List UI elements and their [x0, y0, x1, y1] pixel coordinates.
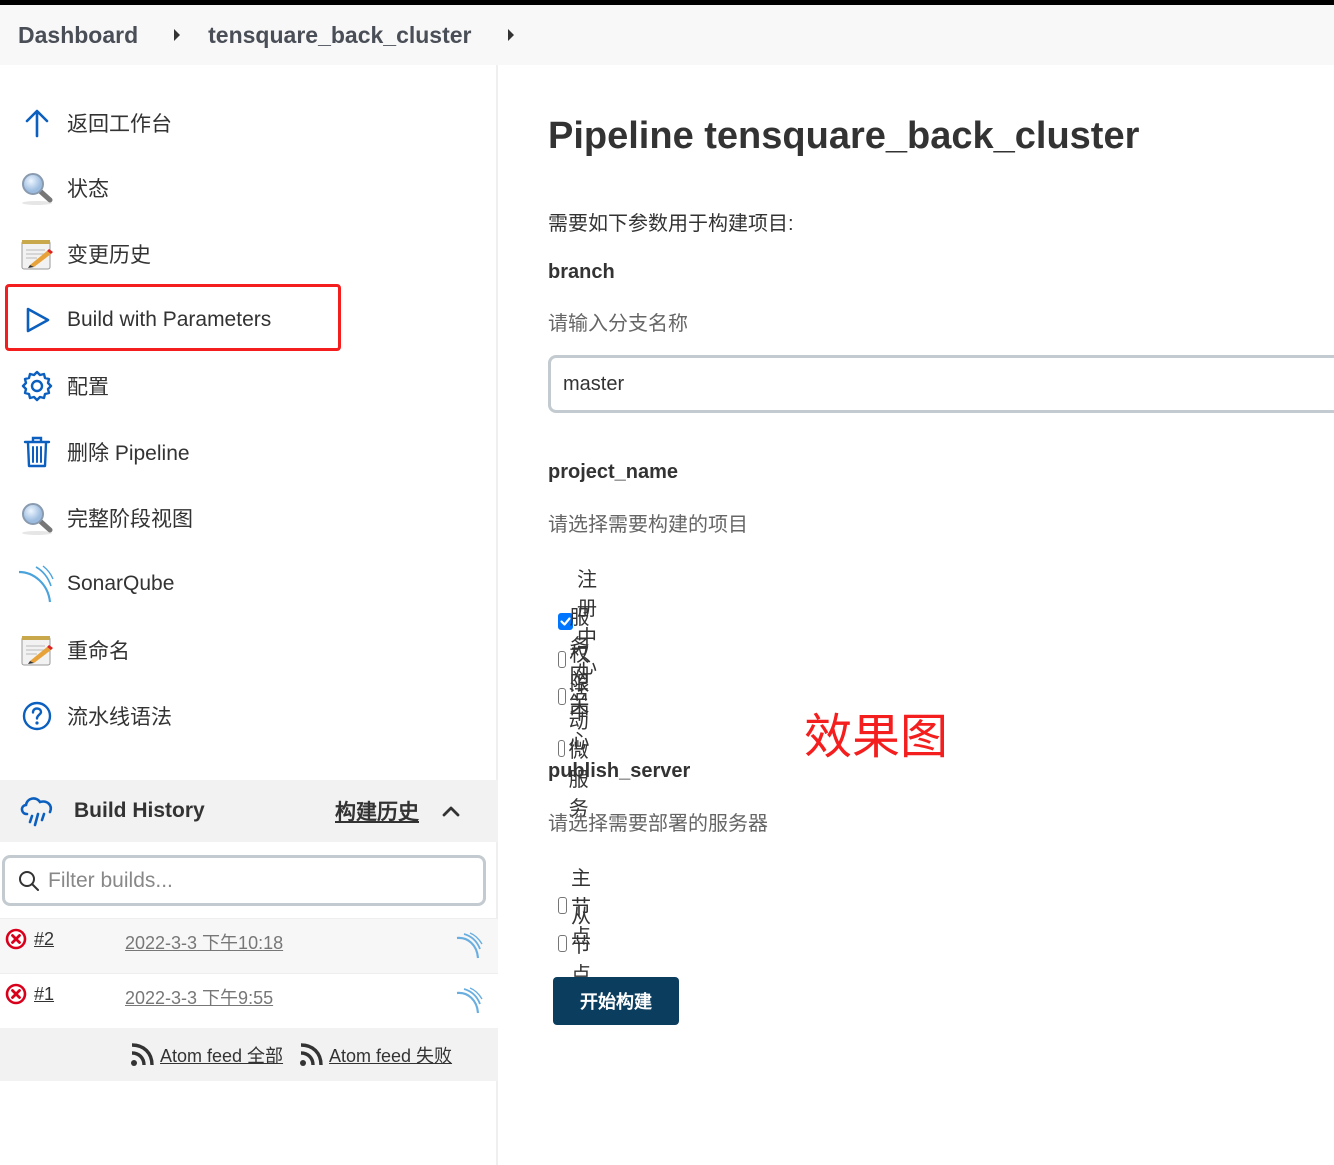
magnifier-icon — [18, 169, 56, 207]
breadcrumb-dashboard[interactable]: Dashboard — [18, 22, 138, 49]
checkbox[interactable] — [558, 935, 567, 952]
sidebar-item-delete-pipeline[interactable]: 删除 Pipeline — [18, 430, 190, 474]
atom-feed-all-label: Atom feed 全部 — [160, 1046, 284, 1066]
notepad-icon — [18, 631, 56, 669]
sidebar-item-rename[interactable]: 重命名 — [18, 628, 130, 672]
start-build-button[interactable]: 开始构建 — [553, 977, 679, 1025]
build-history-header: Build History 构建历史 — [0, 780, 498, 842]
page-title: Pipeline tensquare_back_cluster — [548, 115, 1140, 157]
build-row: #2 2022-3-3 下午10:18 — [0, 918, 498, 973]
sidebar-item-label: 返回工作台 — [67, 113, 172, 136]
build-row: #1 2022-3-3 下午9:55 — [0, 973, 498, 1028]
rss-icon — [129, 1042, 155, 1068]
param-description-publish-server: 请选择需要部署的服务器 — [548, 813, 768, 835]
checkbox[interactable] — [558, 740, 565, 757]
magnifier-icon — [18, 499, 56, 537]
highlight-annotation-box — [5, 284, 341, 351]
sidebar-item-full-stage-view[interactable]: 完整阶段视图 — [18, 496, 193, 540]
checkbox-activity-service[interactable]: 活动微服务 — [558, 676, 599, 821]
atom-feed-bar: Atom feed 全部 Atom feed 失败 — [0, 1028, 498, 1081]
param-name-project: project_name — [548, 461, 679, 483]
sonarqube-icon — [18, 565, 56, 603]
sidebar-item-changes[interactable]: 变更历史 — [18, 232, 151, 276]
sidebar-item-label: 流水线语法 — [67, 706, 172, 729]
sidebar-item-label: 完整阶段视图 — [67, 508, 193, 531]
failed-status-icon — [5, 928, 27, 955]
notepad-icon — [18, 235, 56, 273]
failed-status-icon — [5, 983, 27, 1010]
build-date-link[interactable]: 2022-3-3 下午10:18 — [125, 929, 283, 955]
weather-cloud-icon — [18, 794, 56, 828]
checkbox-slave-node[interactable]: 从节点 — [558, 900, 599, 987]
breadcrumb-separator-icon[interactable] — [174, 29, 181, 41]
parameters-intro: 需要如下参数用于构建项目: — [548, 213, 794, 235]
sidebar-item-back-to-dashboard[interactable]: 返回工作台 — [18, 101, 172, 145]
sidebar-item-label: 配置 — [67, 376, 109, 399]
sidebar-item-label: 变更历史 — [67, 244, 151, 267]
build-history-title: Build History — [74, 799, 205, 822]
watermark-label: 效果图 — [804, 711, 949, 764]
param-description-project: 请选择需要构建的项目 — [548, 514, 748, 536]
search-icon — [18, 870, 40, 892]
param-name-publish-server: publish_server — [548, 760, 691, 782]
sidebar-item-configure[interactable]: 配置 — [18, 364, 109, 408]
build-date-link[interactable]: 2022-3-3 下午9:55 — [125, 984, 273, 1010]
param-description-branch: 请输入分支名称 — [548, 313, 688, 335]
atom-feed-failed-link[interactable]: Atom feed 失败 — [298, 1042, 452, 1068]
arrow-up-icon — [18, 104, 56, 142]
gear-icon — [18, 367, 56, 405]
sidebar-item-status[interactable]: 状态 — [18, 166, 109, 210]
help-icon — [18, 697, 56, 735]
sonarqube-icon[interactable] — [456, 986, 484, 1019]
build-number-link[interactable]: #1 — [34, 984, 54, 1005]
checkbox-label: 从节点 — [571, 906, 591, 986]
atom-feed-all-link[interactable]: Atom feed 全部 — [129, 1042, 283, 1068]
filter-builds-input[interactable] — [48, 868, 468, 893]
checkbox-label: 活动微服务 — [568, 682, 589, 820]
trash-icon — [18, 433, 56, 471]
sidebar-item-label: 删除 Pipeline — [67, 442, 190, 465]
param-name-branch: branch — [548, 261, 615, 283]
breadcrumb: Dashboard tensquare_back_cluster — [0, 5, 1334, 65]
breadcrumb-separator-icon[interactable] — [507, 29, 514, 41]
sonarqube-icon[interactable] — [456, 931, 484, 964]
sidebar-item-pipeline-syntax[interactable]: 流水线语法 — [18, 694, 172, 738]
filter-builds-field — [2, 855, 486, 906]
breadcrumb-job[interactable]: tensquare_back_cluster — [208, 22, 471, 49]
build-history-link[interactable]: 构建历史 — [335, 796, 419, 826]
atom-feed-failed-label: Atom feed 失败 — [329, 1046, 453, 1066]
sidebar-item-sonarqube[interactable]: SonarQube — [18, 562, 174, 606]
sidebar-item-label: 状态 — [67, 178, 109, 201]
sidebar-item-label: 重命名 — [67, 640, 130, 663]
sidebar-item-label: SonarQube — [67, 572, 175, 595]
branch-input[interactable] — [548, 355, 1334, 413]
chevron-up-icon[interactable] — [440, 800, 462, 822]
rss-icon — [298, 1042, 324, 1068]
build-number-link[interactable]: #2 — [34, 929, 54, 950]
sidebar: 返回工作台 状态 变更历史 Build with Parameters 配置 删… — [0, 65, 498, 1165]
